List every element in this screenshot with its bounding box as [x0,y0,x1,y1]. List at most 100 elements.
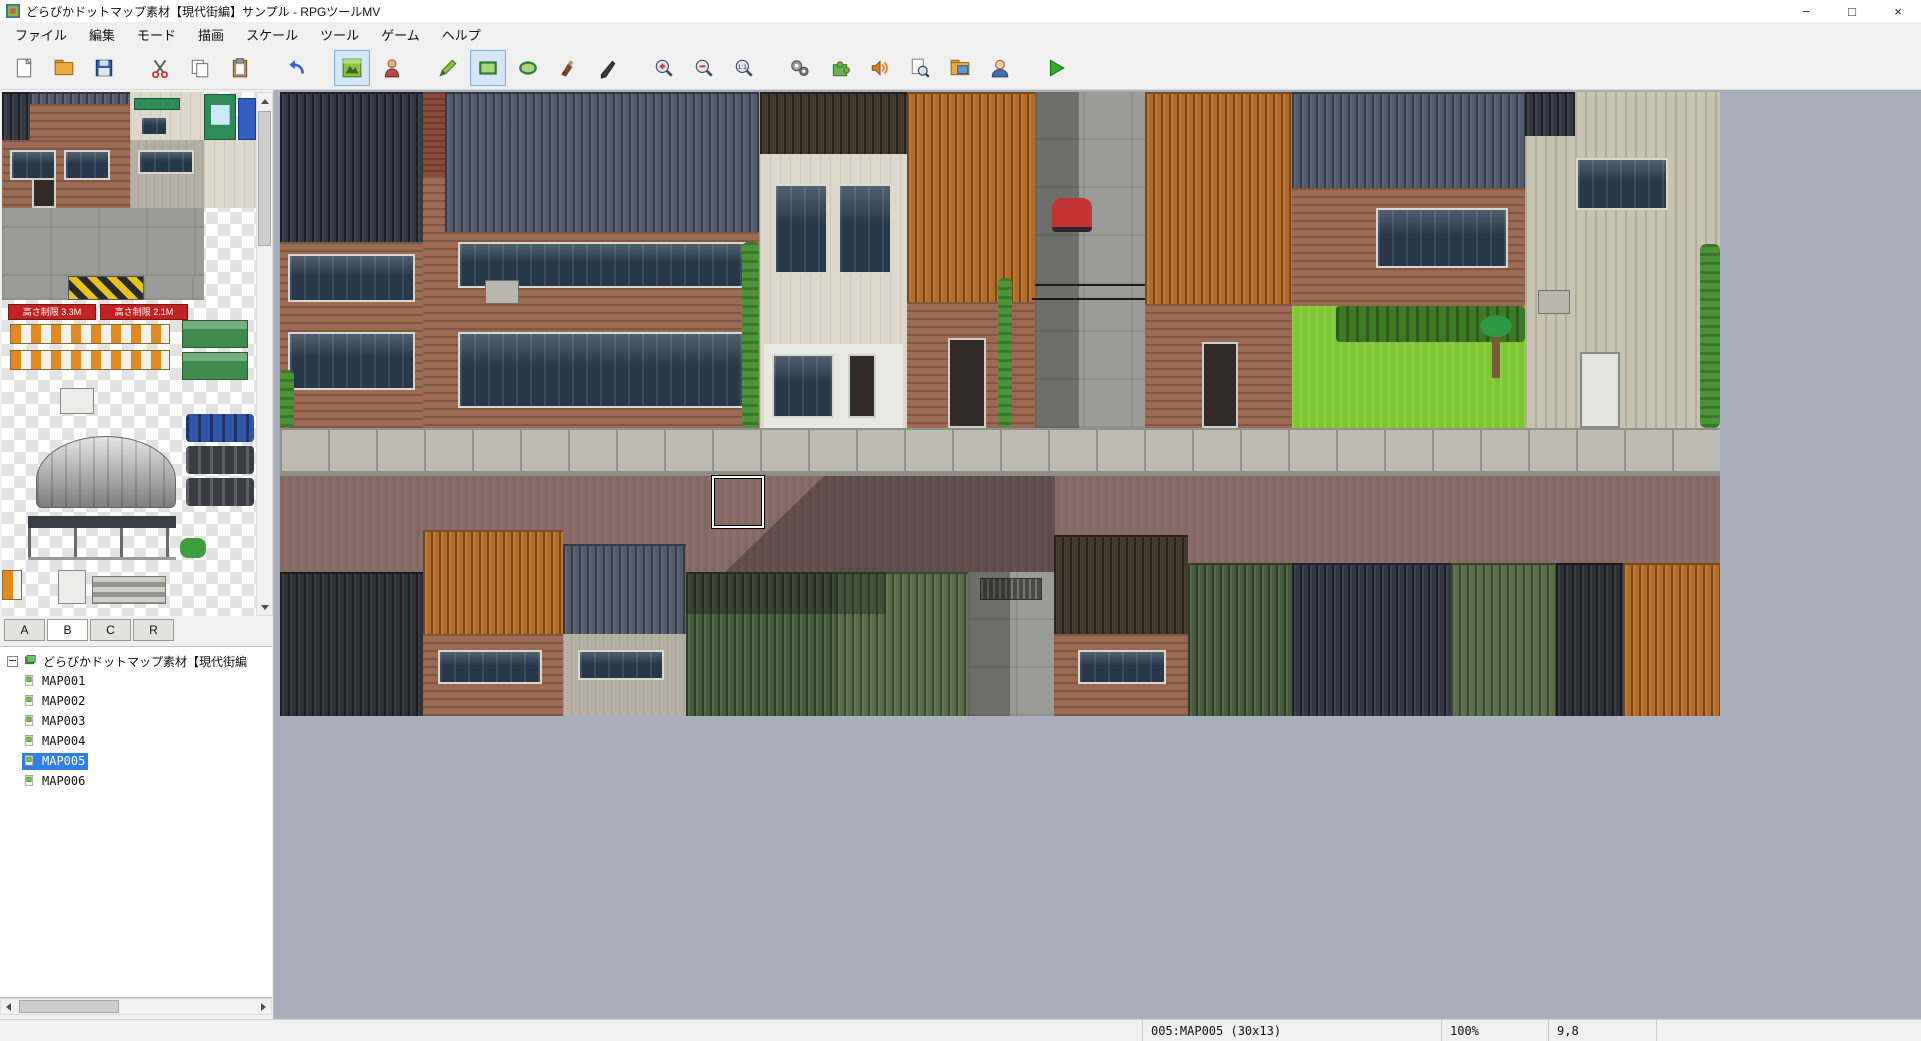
map-block-roof-dark2 [280,572,423,716]
palette-tab-R[interactable]: R [133,619,174,641]
save-file-button[interactable] [86,50,122,86]
zoom-actual-button[interactable]: 1:1 [726,50,762,86]
minimize-button[interactable]: − [1783,0,1829,22]
character-generator-button[interactable] [982,50,1018,86]
palette-block-cart-gray [58,570,86,604]
map-edit-mode-icon [341,57,363,79]
event-searcher-button[interactable] [902,50,938,86]
scroll-left-icon[interactable] [1,999,16,1014]
map-tree-item-MAP004[interactable]: MAP004 [0,731,272,751]
title-bar[interactable]: どらぴかドットマップ素材【現代街編】サンプル - RPGツールMV − □ × [0,0,1921,23]
map-block-roof-green2 [1451,563,1556,716]
map-block-sidewalk [280,428,1720,476]
palette-block-sign-red: 高さ制限 3.3M [8,304,96,320]
map-canvas[interactable] [280,92,1720,716]
menu-item-5[interactable]: ツール [309,22,370,47]
tileset-palette[interactable]: 高さ制限 3.3M高さ制限 2.1M [2,92,256,616]
map-edit-mode-button[interactable] [334,50,370,86]
shadow-pen-tool-button[interactable] [590,50,626,86]
menu-item-4[interactable]: スケール [235,22,309,47]
flood-fill-tool-icon [557,57,579,79]
palette-vertical-scrollbar[interactable] [256,92,273,616]
playtest-button[interactable] [1038,50,1074,86]
palette-block-glass [10,150,56,180]
menu-item-6[interactable]: ゲーム [370,22,431,47]
pencil-tool-button[interactable] [430,50,466,86]
palette-block-glass [138,150,194,174]
menu-item-7[interactable]: ヘルプ [431,22,492,47]
map-tree-item-MAP003[interactable]: MAP003 [0,711,272,731]
close-button[interactable]: × [1875,0,1921,22]
map-block-roof-dark [1525,92,1575,136]
map-block-roof-slate [563,544,686,634]
palette-block-alley [2,208,204,276]
palette-block-roof-slate [30,92,130,104]
palette-block-seat-green [182,352,248,380]
map-view[interactable] [274,90,1921,1020]
undo-icon [285,57,307,79]
palette-tab-C[interactable]: C [90,619,131,641]
cut-button[interactable] [142,50,178,86]
paste-button[interactable] [222,50,258,86]
map-tree-horizontal-scrollbar[interactable] [0,998,272,1015]
menu-item-0[interactable]: ファイル [4,22,78,47]
scroll-up-icon[interactable] [257,93,272,109]
database-button[interactable] [782,50,818,86]
zoom-in-button[interactable] [646,50,682,86]
map-tree[interactable]: どらぴかドットマップ素材【現代街編MAP001MAP002 MAP003 MAP00… [0,646,272,998]
plugin-manager-icon [829,57,851,79]
map-block-brick [423,176,445,428]
palette-block-bikes-blue [186,414,254,442]
map-block-wire [1035,284,1145,286]
palette-block-alley [144,276,204,300]
ellipse-tool-button[interactable] [510,50,546,86]
new-file-icon [13,57,35,79]
sound-test-button[interactable] [862,50,898,86]
palette-scrollbar-thumb[interactable] [258,111,271,246]
map-block-glass [772,354,834,418]
map-block-ac [485,280,519,304]
map-block-glass [438,650,542,684]
flood-fill-tool-button[interactable] [550,50,586,86]
tree-collapse-icon[interactable] [7,656,18,667]
window-title: どらぴかドットマップ素材【現代街編】サンプル - RPGツールMV [26,3,380,20]
map-block-glass [288,254,415,302]
scroll-down-icon[interactable] [257,599,272,615]
menu-item-1[interactable]: 編集 [78,22,126,47]
map-block-glass [1576,158,1668,210]
copy-button[interactable] [182,50,218,86]
map-block-vine [1700,244,1720,428]
undo-button[interactable] [278,50,314,86]
maximize-button[interactable]: □ [1829,0,1875,22]
left-panel: 高さ制限 3.3M高さ制限 2.1M ABCR どらぴかドットマップ素材【現代街… [0,90,274,1020]
palette-block-hazard [68,276,144,300]
open-file-button[interactable] [46,50,82,86]
map-block-shadow [1035,92,1079,428]
map-tree-item-MAP006[interactable]: MAP006 [0,771,272,791]
save-file-icon [93,57,115,79]
menu-item-3[interactable]: 描画 [187,22,235,47]
map-tree-item-MAP002[interactable]: MAP002 [0,691,272,711]
palette-block-alley [2,276,68,300]
status-coords-cell: 9,8 [1548,1020,1656,1041]
menu-item-2[interactable]: モード [126,22,187,47]
map-tree-root[interactable]: どらぴかドットマップ素材【現代街編 [0,651,272,671]
palette-tab-B[interactable]: B [47,619,88,641]
zoom-out-button[interactable] [686,50,722,86]
map-tree-item-MAP001[interactable]: MAP001 [0,671,272,691]
event-edit-mode-button[interactable] [374,50,410,86]
palette-block-stairs-gray [92,576,166,604]
plugin-manager-button[interactable] [822,50,858,86]
palette-block-booth-green [204,94,236,140]
map-tree-item-label: MAP003 [38,714,85,728]
palette-tab-A[interactable]: A [4,619,45,641]
rectangle-tool-button[interactable] [470,50,506,86]
scroll-right-icon[interactable] [256,999,271,1014]
palette-block-roof-dark [2,92,30,140]
map-tree-item-MAP005[interactable]: MAP005 [0,751,272,771]
palette-block-bikes-dark [186,446,254,474]
resource-manager-button[interactable] [942,50,978,86]
tree-scrollbar-thumb[interactable] [19,1000,119,1013]
new-file-button[interactable] [6,50,42,86]
palette-block-hut-gray [36,436,176,508]
